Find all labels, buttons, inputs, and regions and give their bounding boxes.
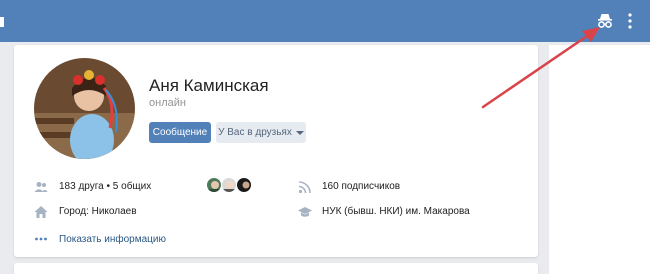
incognito-icon[interactable] — [596, 12, 614, 30]
mutual-friend-avatar[interactable] — [206, 177, 222, 193]
next-card — [14, 263, 538, 274]
subscribers-count[interactable]: 160 подписчиков — [322, 181, 400, 192]
home-icon — [34, 206, 48, 218]
education-icon — [298, 207, 312, 217]
mutual-friend-avatar[interactable] — [236, 177, 252, 193]
online-status: онлайн — [149, 97, 186, 109]
menu-edge[interactable] — [0, 17, 4, 27]
education-info[interactable]: НУК (бывш. НКИ) им. Макарова — [322, 206, 470, 217]
friends-count[interactable]: 183 друга • 5 общих — [59, 181, 151, 192]
friends-icon — [34, 182, 48, 192]
more-horizontal-icon — [35, 237, 47, 241]
show-info-link[interactable]: Показать информацию — [59, 234, 166, 245]
friend-status-label: У Вас в друзьях — [218, 127, 292, 138]
profile-card: Аня Каминская онлайн Сообщение У Вас в д… — [14, 45, 538, 257]
avatar[interactable] — [34, 58, 135, 159]
send-message-button[interactable]: Сообщение — [149, 122, 211, 143]
more-vertical-icon[interactable] — [622, 12, 638, 30]
chevron-down-icon — [295, 130, 304, 135]
send-message-label: Сообщение — [152, 127, 208, 138]
subscribers-icon — [298, 181, 311, 194]
city-info: Город: Николаев — [59, 206, 137, 217]
mutual-friend-avatar[interactable] — [221, 177, 237, 193]
friend-status-button[interactable]: У Вас в друзьях — [216, 122, 306, 143]
profile-name: Аня Каминская — [149, 76, 269, 95]
side-panel — [549, 45, 650, 274]
top-bar — [0, 0, 650, 42]
